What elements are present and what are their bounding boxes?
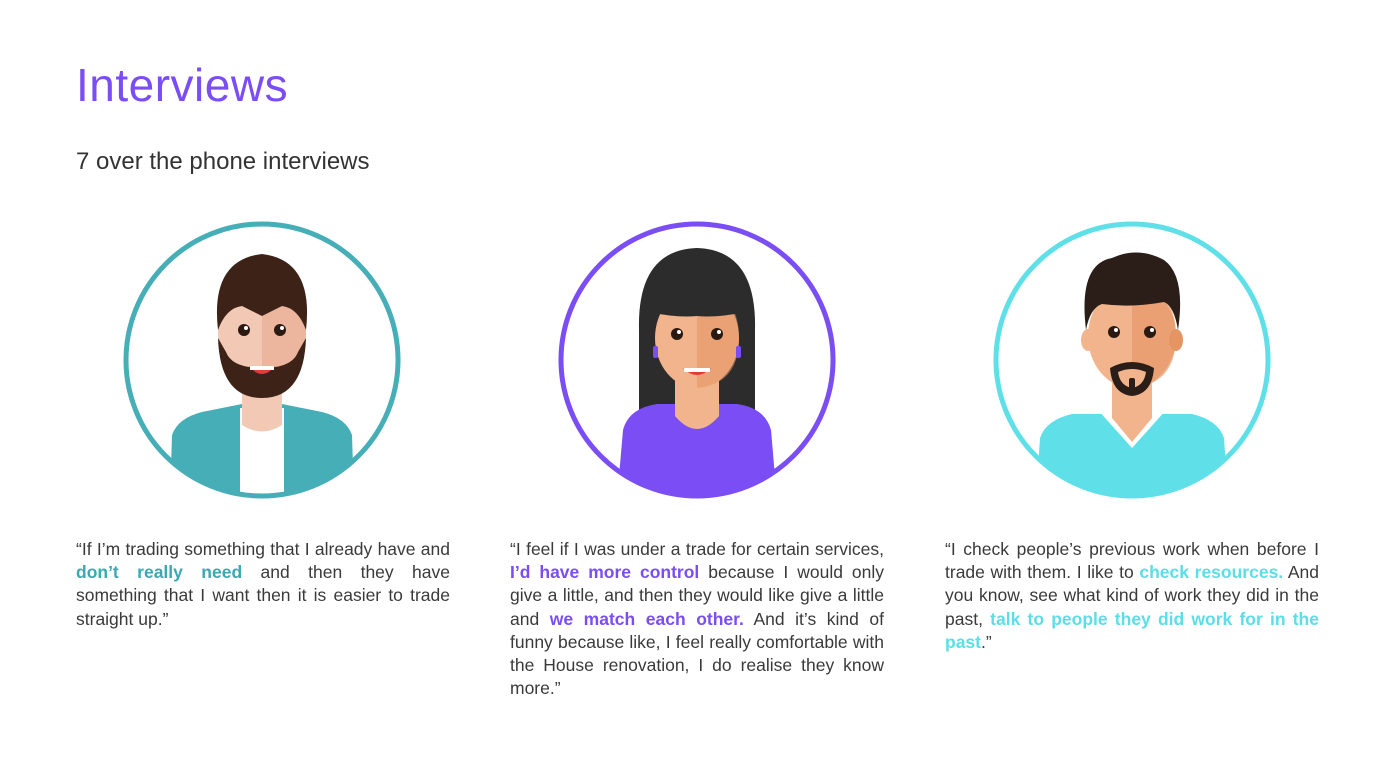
- page-subtitle: 7 over the phone interviews: [76, 148, 370, 175]
- quote-highlight: check resources.: [1139, 562, 1284, 583]
- quote-highlight: talk to people they did work for in the …: [945, 608, 1319, 652]
- interview-quote-3: “I check people’s previous work when bef…: [945, 538, 1319, 654]
- quote-text: “If I’m trading something that I already…: [76, 539, 450, 559]
- quote-text: .”: [980, 631, 992, 652]
- quote-highlight: don’t really need: [76, 562, 243, 583]
- quote-highlight: we match each other.: [549, 608, 744, 629]
- woman-avatar-icon: [557, 220, 837, 500]
- bearded-man-avatar-icon: [122, 220, 402, 500]
- page-title: Interviews: [76, 59, 289, 111]
- goatee-man-avatar-icon: [992, 220, 1272, 500]
- interview-quote-2: “I feel if I was under a trade for certa…: [510, 538, 884, 700]
- interview-quote-1: “If I’m trading something that I already…: [76, 538, 450, 631]
- quote-highlight: I’d have more control: [510, 562, 700, 583]
- quote-text: “I feel if I was under a trade for certa…: [510, 539, 884, 559]
